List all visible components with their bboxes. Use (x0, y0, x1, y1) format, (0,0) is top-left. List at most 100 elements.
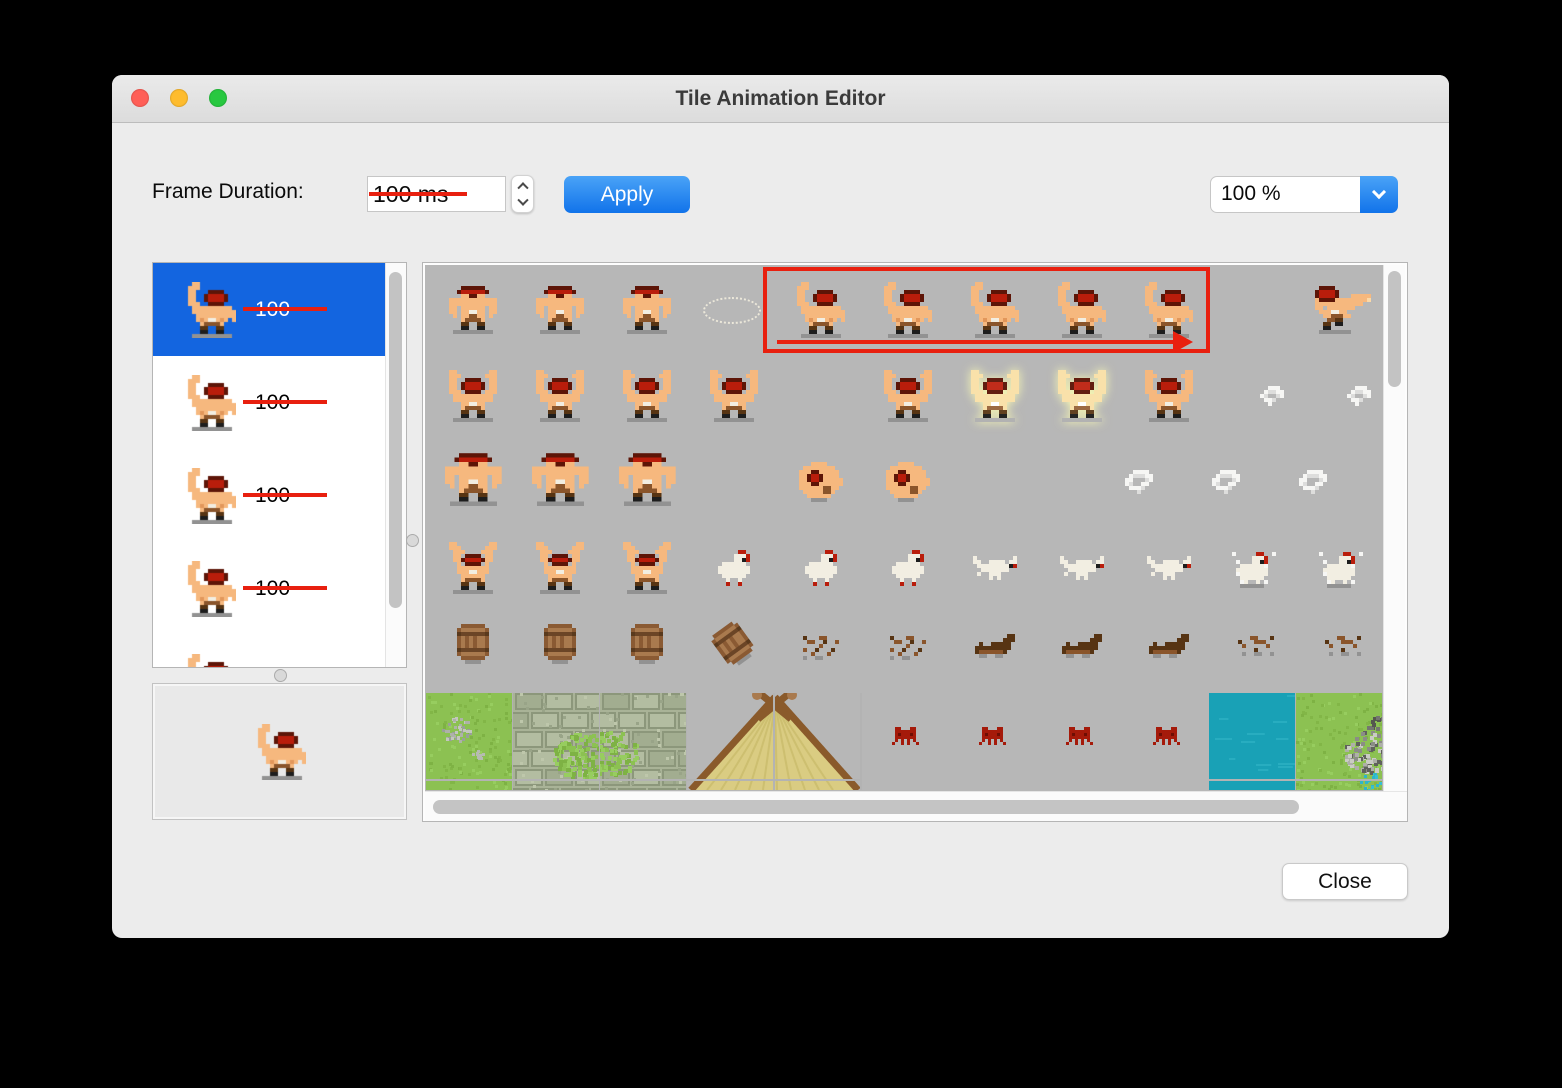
titlebar[interactable]: Tile Animation Editor (112, 75, 1449, 123)
frame-list-scrollbar-thumb[interactable] (389, 272, 402, 608)
chevron-down-icon (1371, 184, 1387, 200)
tile-tent-left[interactable] (687, 693, 862, 790)
tile-chicken-fly[interactable] (1055, 556, 1104, 580)
tile-strongman-arms-up[interactable] (531, 370, 584, 422)
tile-grass[interactable] (426, 693, 514, 790)
tile-stone-grass-left[interactable] (600, 693, 688, 790)
tile-dirt-pile[interactable] (1057, 634, 1102, 658)
tile-chicken[interactable] (800, 550, 837, 586)
tileset-panel (422, 262, 1408, 822)
tile-critter[interactable] (979, 727, 1006, 745)
tile-chicken-fly[interactable] (1142, 556, 1191, 580)
frame-sprite (181, 281, 239, 339)
animation-preview (152, 683, 407, 820)
tile-debris[interactable] (798, 636, 839, 660)
tile-critter[interactable] (1066, 727, 1093, 745)
tile-strongman-wave[interactable] (1053, 282, 1106, 338)
tile-animation-editor-window: Tile Animation Editor Frame Duration: Ap… (112, 75, 1449, 938)
tile-strongman-flex[interactable] (531, 542, 584, 594)
tile-smoke-puff[interactable] (1346, 386, 1371, 406)
tile-strongman-arms-up[interactable] (705, 370, 758, 422)
tileset-horizontal-scrollbar[interactable] (425, 791, 1407, 821)
tileset-view[interactable] (425, 265, 1383, 791)
frame-duration-stepper (511, 175, 534, 213)
close-button[interactable]: Close (1282, 863, 1408, 900)
frame-list-item[interactable]: 100 (153, 263, 385, 356)
annotation-strikethrough (369, 192, 467, 196)
tile-barrel[interactable] (539, 624, 576, 664)
tile-strongman-hunch[interactable] (526, 453, 589, 506)
annotation-arrow (777, 340, 1173, 344)
frame-list-item[interactable]: 100 (153, 356, 385, 449)
tile-stone-grass-right[interactable] (513, 693, 601, 790)
tile-strongman-wave[interactable] (966, 282, 1019, 338)
tile-strongman-hunch[interactable] (439, 453, 502, 506)
tile-dirt-fly[interactable] (1320, 636, 1361, 656)
tile-strongman-stand[interactable] (618, 286, 671, 334)
tile-strongman-stand[interactable] (444, 286, 497, 334)
tile-strongman-flex[interactable] (618, 542, 671, 594)
frame-list-scrollbar[interactable] (385, 263, 406, 667)
annotation-strikethrough (243, 400, 327, 404)
tileset-horizontal-scrollbar-thumb[interactable] (433, 800, 1299, 814)
tile-barrel[interactable] (452, 624, 489, 664)
tile-debris[interactable] (885, 636, 926, 660)
close-traffic-light-icon[interactable] (131, 89, 149, 107)
tile-strongman-arms-up[interactable] (618, 370, 671, 422)
annotation-strikethrough (243, 586, 327, 590)
tile-strongman-roll[interactable] (881, 462, 930, 502)
tile-water[interactable] (1209, 693, 1297, 790)
zoom-combobox[interactable]: 100 % (1210, 176, 1398, 213)
tile-strongman-arms-up[interactable] (879, 370, 932, 422)
tile-chicken-land[interactable] (1318, 552, 1363, 588)
tile-ghost-ellipse[interactable] (702, 296, 761, 324)
tileset-vertical-scrollbar-thumb[interactable] (1388, 271, 1401, 387)
tile-chicken-land[interactable] (1231, 552, 1276, 588)
tile-smoke-swirl[interactable] (1211, 470, 1240, 494)
tile-strongman-arms-up-glow[interactable] (966, 370, 1019, 422)
desktop-background: Tile Animation Editor Frame Duration: Ap… (0, 0, 1562, 1088)
tile-strongman-punch[interactable] (1310, 286, 1371, 334)
tile-strongman-arms-up[interactable] (444, 370, 497, 422)
tile-strongman-wave[interactable] (1140, 282, 1193, 338)
annotation-strikethrough (243, 493, 327, 497)
tile-strongman-hunch[interactable] (613, 453, 676, 506)
chevron-up-icon (516, 182, 529, 194)
window-title: Tile Animation Editor (675, 87, 886, 110)
zoom-traffic-light-icon[interactable] (209, 89, 227, 107)
tile-smoke-swirl[interactable] (1124, 470, 1153, 494)
frame-list-item[interactable]: 100 (153, 542, 385, 635)
tile-barrel[interactable] (626, 624, 663, 664)
tile-barrel-tilt[interactable] (705, 619, 758, 673)
splitter-handle[interactable] (406, 534, 419, 547)
frame-list-item[interactable]: 100 (153, 635, 385, 667)
tile-dirt-pile[interactable] (970, 634, 1015, 658)
tile-strongman-wave[interactable] (792, 282, 845, 338)
minimize-traffic-light-icon[interactable] (170, 89, 188, 107)
tile-chicken-fly[interactable] (968, 556, 1017, 580)
tile-strongman-roll[interactable] (794, 462, 843, 502)
stepper-down-button[interactable] (512, 194, 533, 212)
tile-smoke-puff[interactable] (1259, 386, 1284, 406)
tile-grass-rock[interactable] (1296, 693, 1383, 790)
splitter-handle[interactable] (274, 669, 287, 682)
apply-button[interactable]: Apply (564, 176, 690, 213)
chevron-down-icon (516, 194, 529, 206)
tile-dirt-fly[interactable] (1233, 636, 1274, 656)
tile-strongman-wave[interactable] (879, 282, 932, 338)
tileset-vertical-scrollbar[interactable] (1383, 265, 1405, 791)
tile-strongman-arms-up[interactable] (1140, 370, 1193, 422)
tile-critter[interactable] (1153, 727, 1180, 745)
frame-duration-label: Frame Duration: (152, 180, 304, 203)
tile-smoke-swirl[interactable] (1298, 470, 1327, 494)
tile-critter[interactable] (892, 727, 919, 745)
tile-dirt-pile[interactable] (1144, 634, 1189, 658)
tile-strongman-arms-up-glow[interactable] (1053, 370, 1106, 422)
tile-chicken[interactable] (887, 550, 924, 586)
tile-chicken[interactable] (713, 550, 750, 586)
zoom-dropdown-button[interactable] (1360, 176, 1398, 213)
stepper-up-button[interactable] (512, 176, 533, 194)
tile-strongman-flex[interactable] (444, 542, 497, 594)
frame-list-item[interactable]: 100 (153, 449, 385, 542)
tile-strongman-stand[interactable] (531, 286, 584, 334)
